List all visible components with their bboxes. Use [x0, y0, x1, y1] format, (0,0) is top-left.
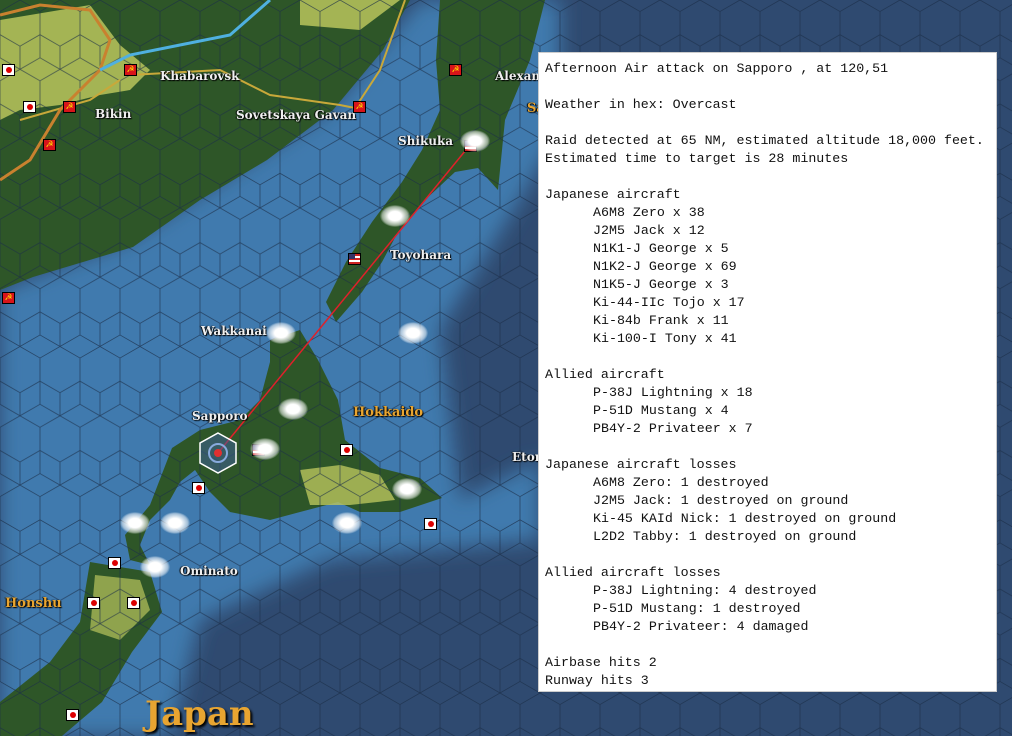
cloud-icon [460, 130, 490, 152]
map-label-honshu: Honshu [5, 596, 62, 611]
japanese-aircraft-item: Ki-44-IIc Tojo x 17 [593, 295, 745, 310]
japanese-base-icon[interactable] [23, 101, 36, 113]
allied-loss-item: PB4Y-2 Privateer: 4 damaged [593, 619, 809, 634]
japanese-base-icon[interactable] [127, 597, 140, 609]
cloud-icon [380, 205, 410, 227]
allied-aircraft-item: PB4Y-2 Privateer x 7 [593, 421, 753, 436]
japanese-base-icon[interactable] [424, 518, 437, 530]
soviet-base-icon[interactable]: ☭ [449, 64, 462, 76]
allied-aircraft-item: P-38J Lightning x 18 [593, 385, 753, 400]
map-label-shikuka: Shikuka [398, 134, 454, 148]
japanese-aircraft-item: A6M8 Zero x 38 [593, 205, 705, 220]
japanese-base-icon[interactable] [192, 482, 205, 494]
cloud-icon [332, 512, 362, 534]
allied-loss-item: P-51D Mustang: 1 destroyed [593, 601, 801, 616]
map-label-bikin: Bikin [95, 107, 132, 121]
japanese-aircraft-header: Japanese aircraft [545, 187, 681, 202]
map-label-hokkaido: Hokkaido [353, 405, 424, 420]
japanese-aircraft-item: N1K5-J George x 3 [593, 277, 729, 292]
japanese-base-icon[interactable] [340, 444, 353, 456]
japanese-aircraft-item: J2M5 Jack x 12 [593, 223, 705, 238]
cloud-icon [160, 512, 190, 534]
japanese-aircraft-item: N1K1-J George x 5 [593, 241, 729, 256]
soviet-base-icon[interactable]: ☭ [2, 292, 15, 304]
cloud-icon [266, 322, 296, 344]
japanese-aircraft-item: N1K2-J George x 69 [593, 259, 737, 274]
report-weather: Weather in hex: Overcast [545, 97, 737, 112]
runway-hits: Runway hits 3 [545, 673, 649, 688]
soviet-base-icon[interactable]: ☭ [63, 101, 76, 113]
map-label-khabarovsk: Khabarovsk [160, 69, 240, 83]
us-unit-icon[interactable] [348, 253, 361, 265]
soviet-base-icon[interactable]: ☭ [124, 64, 137, 76]
report-raid-detected: Raid detected at 65 NM, estimated altitu… [545, 133, 984, 148]
japanese-loss-item: L2D2 Tabby: 1 destroyed on ground [593, 529, 857, 544]
japanese-aircraft-item: Ki-84b Frank x 11 [593, 313, 729, 328]
japanese-base-icon[interactable] [66, 709, 79, 721]
map-label-sapporo: Sapporo [192, 409, 248, 423]
japanese-loss-item: J2M5 Jack: 1 destroyed on ground [593, 493, 849, 508]
airbase-hits: Airbase hits 2 [545, 655, 657, 670]
japanese-losses-header: Japanese aircraft losses [545, 457, 737, 472]
map-label-toyohara: Toyohara [390, 248, 452, 262]
cloud-icon [120, 512, 150, 534]
report-time-to-target: Estimated time to target is 28 minutes [545, 151, 849, 166]
cloud-icon [140, 556, 170, 578]
allied-loss-item: P-38J Lightning: 4 destroyed [593, 583, 817, 598]
japanese-base-icon[interactable] [2, 64, 15, 76]
allied-aircraft-item: P-51D Mustang x 4 [593, 403, 729, 418]
soviet-base-icon[interactable]: ☭ [43, 139, 56, 151]
allied-losses-header: Allied aircraft losses [545, 565, 721, 580]
allied-aircraft-header: Allied aircraft [545, 367, 665, 382]
cloud-icon [398, 322, 428, 344]
map-label-sovetskaya-gavan: Sovetskaya Gavan [236, 108, 357, 122]
japanese-loss-item: Ki-45 KAId Nick: 1 destroyed on ground [593, 511, 897, 526]
cloud-icon [278, 398, 308, 420]
cloud-icon [392, 478, 422, 500]
map-label-ominato: Ominato [180, 564, 238, 578]
map-label-wakkanai: Wakkanai [201, 324, 267, 338]
japanese-loss-item: A6M8 Zero: 1 destroyed [593, 475, 769, 490]
japanese-base-icon[interactable] [108, 557, 121, 569]
cloud-icon [250, 438, 280, 460]
soviet-base-icon[interactable]: ☭ [353, 101, 366, 113]
japanese-base-icon[interactable] [87, 597, 100, 609]
map-label-japan: Japan [145, 694, 254, 734]
report-title: Afternoon Air attack on Sapporo , at 120… [545, 61, 889, 76]
combat-report-panel[interactable]: Afternoon Air attack on Sapporo , at 120… [538, 52, 997, 692]
map-label-etorofu: Etor [512, 450, 542, 464]
japanese-aircraft-item: Ki-100-I Tony x 41 [593, 331, 737, 346]
